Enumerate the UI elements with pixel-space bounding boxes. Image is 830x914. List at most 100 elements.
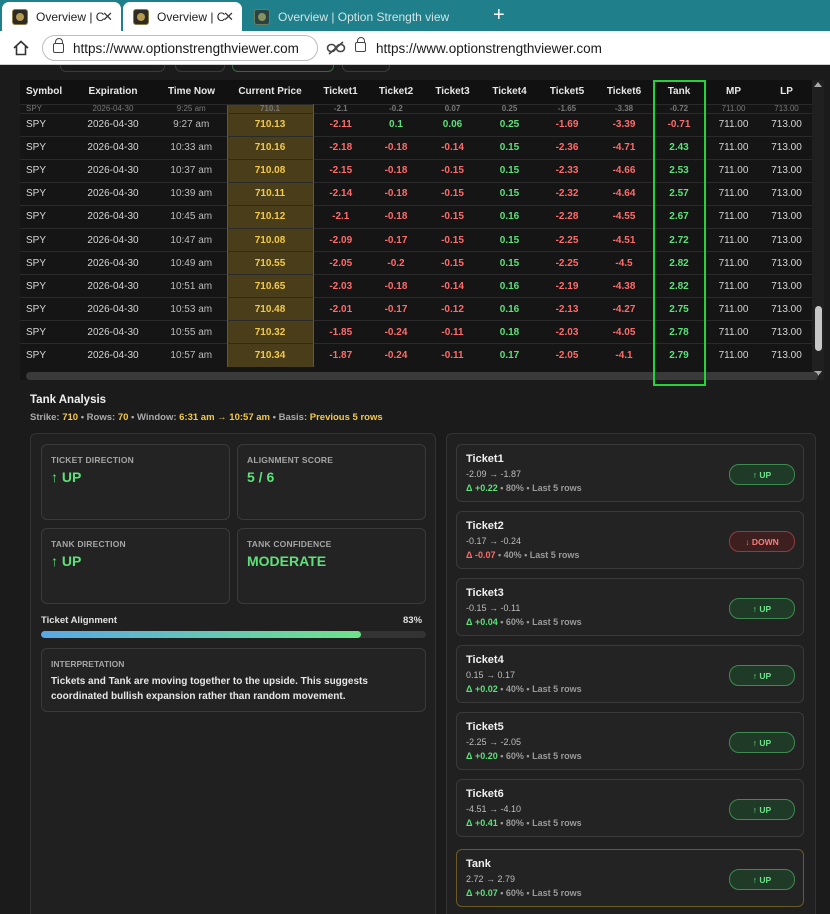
table-cell: -2.03 <box>313 274 368 298</box>
table-row[interactable]: SPY 2026-04-30 9:25 am 710.1 -2.1 -0.2 0.07 0.2… <box>20 103 812 113</box>
table-cell: 10:47 am <box>156 227 227 252</box>
table-cell: 713.00 <box>761 251 812 275</box>
delta-tail: • 60% • Last 5 rows <box>497 888 582 898</box>
table-cell: 0.15 <box>481 227 538 252</box>
toolbar-pill[interactable] <box>175 65 225 72</box>
table-cell: -0.11 <box>424 320 481 344</box>
column-header[interactable]: Time Now <box>156 80 227 104</box>
table-cell: -0.24 <box>368 320 424 344</box>
ticket-name: Tank <box>466 858 491 870</box>
table-cell: -2.09 <box>313 227 368 252</box>
direction-badge: ↑ UP <box>729 732 795 753</box>
table-row[interactable]: SPY 2026-04-30 10:33 am 710.16 -2.18 -0.18 -0.… <box>20 135 812 160</box>
card-label: ALIGNMENT SCORE <box>247 455 334 465</box>
ticket-delta: Δ +0.20 • 60% • Last 5 rows <box>466 751 582 761</box>
column-header[interactable]: Ticket2 <box>368 80 424 104</box>
table-cell: 713.00 <box>761 158 812 183</box>
ticket-range: 0.15 → 0.17 <box>466 670 516 680</box>
table-cell: -0.18 <box>368 135 424 160</box>
table-cell: 2026-04-30 <box>70 297 156 321</box>
table-cell: 2.43 <box>652 135 706 160</box>
direction-badge: ↑ UP <box>729 799 795 820</box>
column-header[interactable]: Current Price <box>227 80 313 104</box>
scroll-up-icon[interactable] <box>814 82 822 87</box>
table-row[interactable]: SPY 2026-04-30 10:45 am 710.12 -2.1 -0.18 -0.1… <box>20 204 812 229</box>
tab-title: Overview | Option Strength view <box>278 9 450 24</box>
table-row[interactable]: SPY 2026-04-30 10:53 am 710.48 -2.01 -0.17 -0.… <box>20 297 812 321</box>
table-cell: 710.1 <box>226 103 314 113</box>
ticket-range: -0.15 → -0.11 <box>466 603 521 613</box>
table-cell: 2.82 <box>652 274 706 298</box>
table-cell: -2.36 <box>538 135 596 160</box>
table-row[interactable]: SPY 2026-04-30 10:51 am 710.65 -2.03 -0.18 -0.… <box>20 274 812 298</box>
close-icon[interactable]: ✕ <box>223 9 234 25</box>
toolbar-pill[interactable] <box>342 65 390 72</box>
card-value: 5 / 6 <box>247 469 275 485</box>
table-cell: 2026-04-30 <box>70 135 156 160</box>
data-table: Symbol Expiration Time Now Current Price Tic… <box>20 80 812 368</box>
table-cell: -0.14 <box>424 274 481 298</box>
horizontal-scrollbar[interactable] <box>26 372 818 380</box>
table-row[interactable]: SPY 2026-04-30 10:55 am 710.32 -1.85 -0.24 -0.… <box>20 320 812 344</box>
column-header[interactable]: Tank <box>652 80 706 104</box>
table-cell: 710.08 <box>226 227 314 252</box>
vertical-scrollbar[interactable] <box>812 80 824 380</box>
table-cell: -0.2 <box>368 251 424 275</box>
browser-tab-1[interactable]: Overview | C ✕ <box>2 2 121 31</box>
table-cell: 2026-04-30 <box>70 158 156 183</box>
browser-tab-2[interactable]: Overview | C ✕ <box>123 2 242 31</box>
delta-tail: • 80% • Last 5 rows <box>497 818 582 828</box>
table-cell: -0.15 <box>424 158 481 183</box>
table-cell: -0.12 <box>424 297 481 321</box>
table-cell: 713.00 <box>761 204 812 229</box>
table-cell: SPY <box>20 103 70 113</box>
window-label: • Window: <box>128 412 180 423</box>
column-header[interactable]: Expiration <box>70 80 156 104</box>
ticket-card-ticket5: Ticket5 -2.25 → -2.05 Δ +0.20 • 60% • Last… <box>456 712 804 770</box>
alignment-score-card: ALIGNMENT SCORE 5 / 6 <box>237 444 426 520</box>
table-cell: -1.87 <box>313 343 368 368</box>
new-tab-icon[interactable]: + <box>493 4 505 27</box>
column-header[interactable]: Ticket3 <box>424 80 481 104</box>
table-cell: -2.33 <box>538 158 596 183</box>
site-logo-icon <box>254 8 270 25</box>
home-icon[interactable] <box>12 39 30 57</box>
column-header[interactable]: MP <box>706 80 761 104</box>
link-icon[interactable] <box>326 40 346 56</box>
toolbar-pill[interactable] <box>232 65 334 72</box>
close-icon[interactable]: ✕ <box>102 9 113 25</box>
delta-value: Δ +0.20 <box>466 751 498 761</box>
table-cell: 10:39 am <box>156 181 227 206</box>
delta-value: Δ +0.41 <box>466 818 498 828</box>
column-header[interactable]: LP <box>761 80 812 104</box>
url-input-right[interactable]: https://www.optionstrengthviewer.com <box>350 35 602 61</box>
column-header[interactable]: Ticket1 <box>313 80 368 104</box>
column-header[interactable]: Ticket4 <box>481 80 538 104</box>
delta-tail: • 40% • Last 5 rows <box>495 550 580 560</box>
table-row[interactable]: SPY 2026-04-30 9:27 am 710.13 -2.11 0.1 0.06 0.… <box>20 112 812 137</box>
column-header[interactable]: Ticket5 <box>538 80 596 104</box>
browser-tab-3[interactable]: Overview | Option Strength view <box>244 2 484 31</box>
card-label: TICKET DIRECTION <box>51 455 135 465</box>
browser-tab-bar: Overview | C ✕ Overview | C ✕ Overview |… <box>0 0 830 31</box>
table-cell: -0.17 <box>368 227 424 252</box>
table-cell: 710.12 <box>226 204 314 229</box>
table-row[interactable]: SPY 2026-04-30 10:39 am 710.11 -2.14 -0.18 -0.… <box>20 181 812 206</box>
toolbar-pill[interactable] <box>60 65 165 72</box>
table-cell: -2.03 <box>538 320 596 344</box>
column-header[interactable]: Ticket6 <box>596 80 652 104</box>
table-cell: -0.17 <box>368 297 424 321</box>
table-cell: 711.00 <box>706 103 761 113</box>
table-cell: 710.08 <box>226 158 314 183</box>
delta-value: Δ -0.07 <box>466 550 496 560</box>
ticket-name: Ticket5 <box>466 721 504 733</box>
column-header[interactable]: Symbol <box>20 80 70 104</box>
table-row[interactable]: SPY 2026-04-30 10:49 am 710.55 -2.05 -0.2 -0.1… <box>20 251 812 275</box>
scrollbar-thumb[interactable] <box>815 306 822 351</box>
table-row[interactable]: SPY 2026-04-30 10:37 am 710.08 -2.15 -0.18 -0.… <box>20 158 812 183</box>
ticket-delta: Δ +0.02 • 40% • Last 5 rows <box>466 684 582 694</box>
table-cell: 0.16 <box>481 274 538 298</box>
url-input-left[interactable]: https://www.optionstrengthviewer.com <box>42 35 318 61</box>
table-row[interactable]: SPY 2026-04-30 10:47 am 710.08 -2.09 -0.17 -0.… <box>20 227 812 252</box>
table-row[interactable]: SPY 2026-04-30 10:57 am 710.34 -1.87 -0.24 -0.… <box>20 343 812 368</box>
